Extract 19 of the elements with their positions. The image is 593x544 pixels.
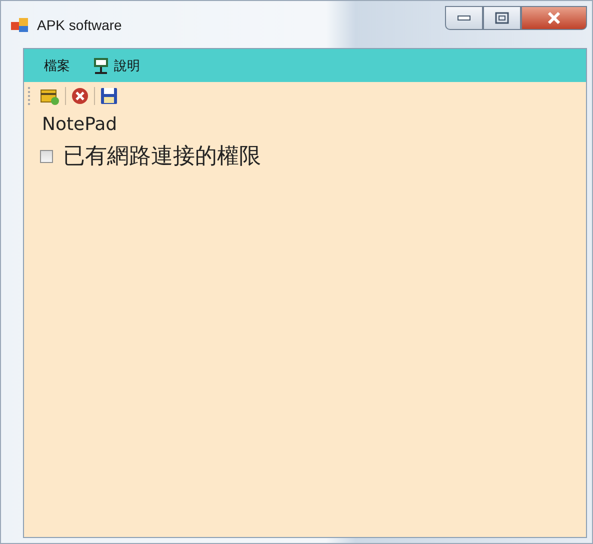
save-icon [100, 87, 118, 105]
close-button[interactable] [521, 6, 587, 30]
maximize-button[interactable] [483, 6, 521, 30]
toolbar-button[interactable] [70, 86, 90, 106]
folder-icon [40, 87, 60, 105]
close-icon [546, 11, 562, 25]
menu-item[interactable]: 檔案 [40, 54, 74, 76]
minimize-button[interactable] [445, 6, 483, 30]
menu-item[interactable]: 說明 [88, 54, 144, 76]
checkbox[interactable] [40, 150, 53, 162]
delete-icon [71, 87, 89, 105]
app-icon [11, 16, 29, 32]
toolbar-button[interactable] [99, 86, 119, 106]
app-name: NotePad [42, 114, 118, 135]
maximize-icon [495, 12, 509, 24]
checkbox-label: 已有網路連接的權限 [63, 143, 261, 171]
window-title: APK software [37, 16, 122, 32]
minimize-icon [457, 15, 471, 21]
network-icon [92, 56, 110, 74]
